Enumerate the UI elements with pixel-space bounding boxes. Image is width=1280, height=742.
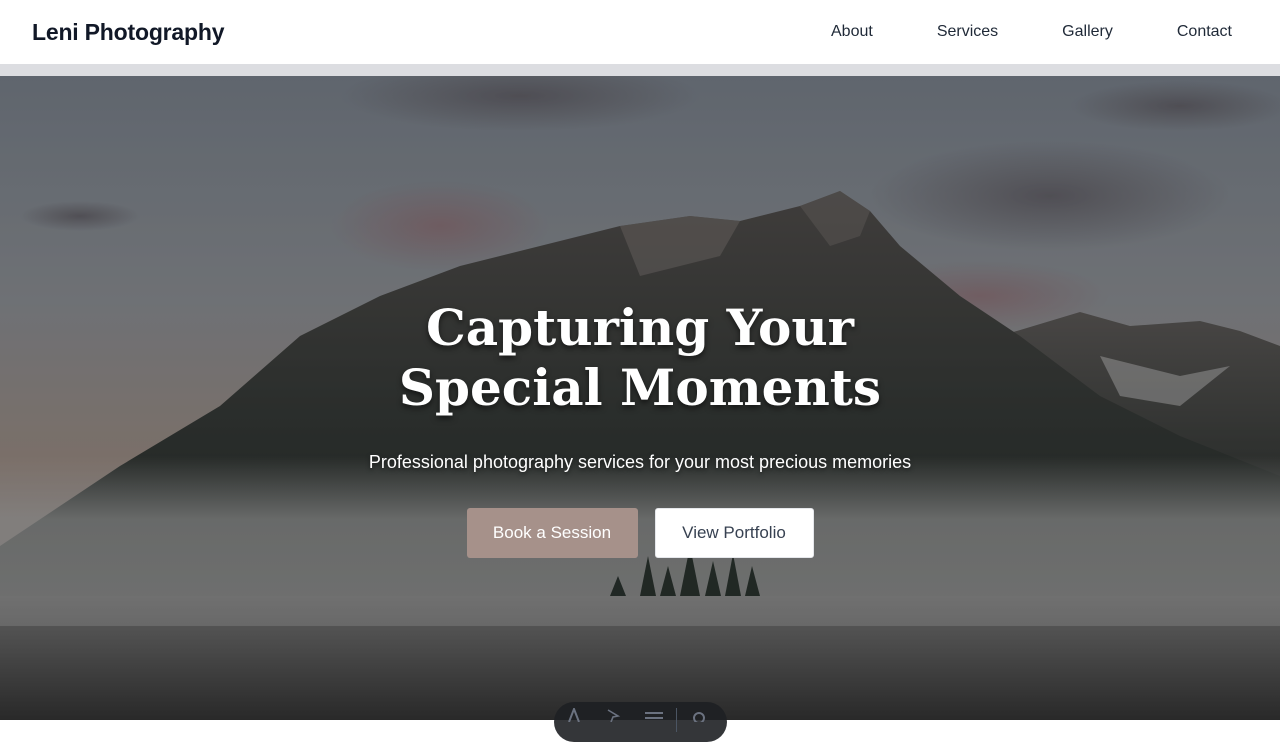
pointer-icon[interactable] — [594, 708, 634, 730]
toolbar-separator — [676, 708, 677, 732]
hero-section: Capturing Your Special Moments Professio… — [0, 76, 1280, 720]
nav-contact[interactable]: Contact — [1177, 15, 1232, 49]
hero-title: Capturing Your Special Moments — [398, 298, 882, 417]
nav-about[interactable]: About — [831, 15, 873, 49]
book-session-button[interactable]: Book a Session — [466, 508, 638, 558]
view-portfolio-button[interactable]: View Portfolio — [654, 508, 814, 558]
nav-services[interactable]: Services — [937, 15, 998, 49]
hero-content: Capturing Your Special Moments Professio… — [0, 76, 1280, 720]
floating-toolbar — [554, 702, 727, 742]
site-header: Leni Photography About Services Gallery … — [0, 0, 1280, 64]
main-nav: About Services Gallery Contact — [831, 15, 1232, 49]
brand-logo-text[interactable]: Leni Photography — [32, 19, 225, 46]
menu-icon[interactable] — [634, 708, 674, 730]
hero-subtitle: Professional photography services for yo… — [368, 452, 912, 472]
nav-gallery[interactable]: Gallery — [1062, 15, 1113, 49]
hero-actions: Book a Session View Portfolio — [466, 508, 814, 558]
header-divider — [0, 64, 1280, 76]
text-icon[interactable] — [554, 708, 594, 730]
gear-icon[interactable] — [679, 708, 719, 730]
